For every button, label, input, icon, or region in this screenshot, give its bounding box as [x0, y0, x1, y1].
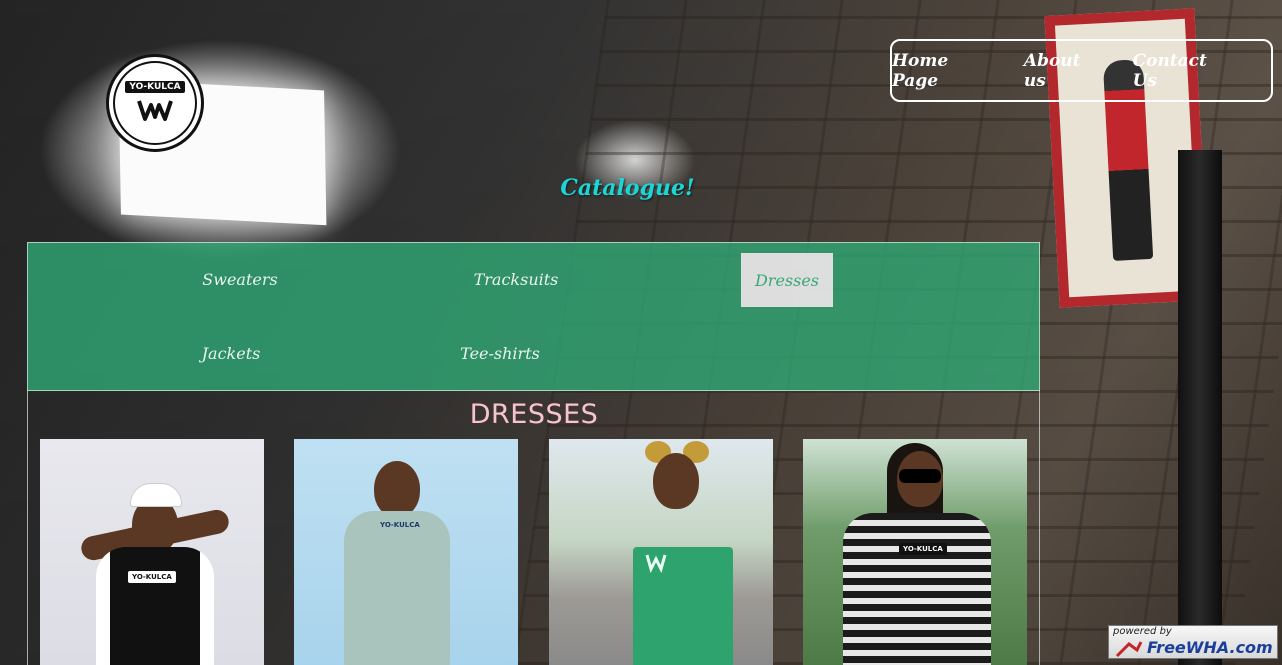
- crown-logo-icon: [645, 554, 667, 573]
- nav-home-page[interactable]: Home Page: [892, 51, 998, 91]
- product-tag: YO-KULCA: [899, 543, 947, 555]
- product-tag: YO-KULCA: [376, 519, 424, 531]
- tab-tee-shirts[interactable]: Tee-shirts: [450, 326, 550, 380]
- page-title: Catalogue!: [560, 175, 695, 201]
- model-head: [653, 453, 699, 509]
- product-image[interactable]: [549, 439, 773, 665]
- product-image[interactable]: YO-KULCA: [294, 439, 518, 665]
- sunglasses-shape: [899, 469, 941, 483]
- arrow-icon: [1115, 641, 1143, 658]
- logo-ring: YO-KULCA: [113, 61, 197, 145]
- nav-about-us[interactable]: About us: [1024, 51, 1107, 91]
- tab-sweaters[interactable]: Sweaters: [190, 252, 290, 306]
- crown-logo-icon: [137, 100, 173, 121]
- product-image[interactable]: YO-KULCA: [803, 439, 1027, 665]
- product-image[interactable]: YO-KULCA: [40, 439, 264, 665]
- badge-line2: FreeWHA.com: [1147, 638, 1273, 657]
- tab-jackets[interactable]: Jackets: [190, 326, 272, 380]
- logo-text: YO-KULCA: [125, 81, 185, 93]
- cap-shape: [130, 483, 182, 507]
- dress-shape: [96, 547, 214, 665]
- product-tag: YO-KULCA: [128, 571, 176, 583]
- tab-tracksuits[interactable]: Tracksuits: [462, 252, 570, 306]
- dress-shape: [344, 511, 450, 665]
- model-head: [374, 461, 420, 517]
- badge-line1: powered by: [1113, 626, 1172, 637]
- dress-shape: [843, 513, 991, 665]
- powered-by-badge[interactable]: powered by FreeWHA.com: [1108, 625, 1278, 659]
- tab-dresses[interactable]: Dresses: [741, 253, 833, 307]
- nav-contact-us[interactable]: Contact Us: [1133, 51, 1235, 91]
- section-heading: DRESSES: [469, 399, 599, 430]
- main-nav: Home Page About us Contact Us: [890, 39, 1273, 102]
- background-pole: [1178, 150, 1222, 665]
- brand-logo[interactable]: YO-KULCA: [106, 54, 204, 152]
